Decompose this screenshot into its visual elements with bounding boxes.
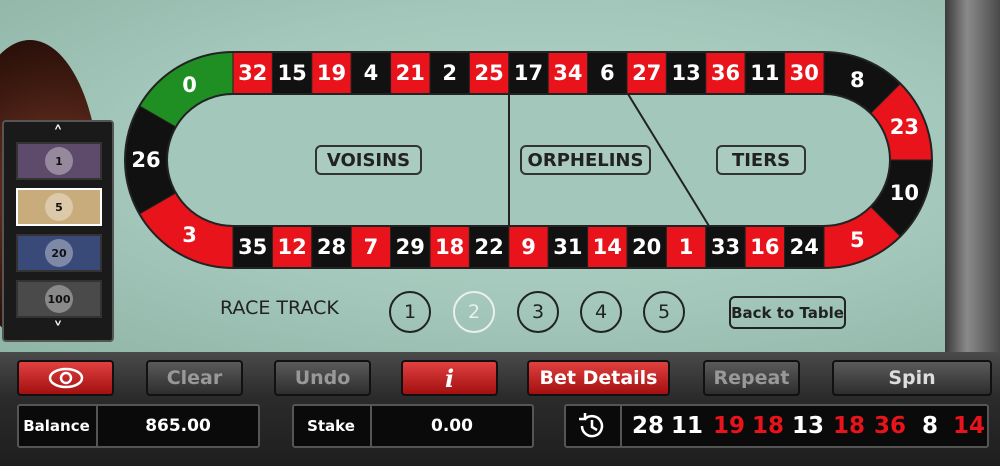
info-button[interactable]: i [401, 360, 498, 396]
number-label-3[interactable]: 3 [172, 220, 208, 250]
history-number: 18 [832, 413, 865, 439]
number-label-17[interactable]: 17 [511, 58, 547, 88]
number-label-22[interactable]: 22 [471, 232, 507, 262]
number-label-14[interactable]: 14 [589, 232, 625, 262]
number-label-24[interactable]: 24 [786, 232, 822, 262]
clear-button[interactable]: Clear [146, 360, 243, 396]
chip-20[interactable]: 20 [16, 234, 102, 272]
neighbours-option-1[interactable]: 1 [389, 291, 431, 333]
neighbours-option-3[interactable]: 3 [517, 291, 559, 333]
chip-1[interactable]: 1 [16, 142, 102, 180]
history-number: 36 [873, 413, 906, 439]
chevron-down-icon[interactable]: ˅ [4, 320, 112, 340]
number-label-19[interactable]: 19 [314, 58, 350, 88]
number-label-0[interactable]: 0 [172, 70, 208, 100]
number-label-25[interactable]: 25 [471, 58, 507, 88]
chip-100[interactable]: 100 [16, 280, 102, 318]
history-number: 13 [791, 413, 824, 439]
number-label-11[interactable]: 11 [747, 58, 783, 88]
voisins-bet[interactable]: VOISINS [315, 145, 422, 175]
history-number: 11 [670, 413, 703, 439]
number-label-20[interactable]: 20 [629, 232, 665, 262]
number-label-10[interactable]: 10 [886, 178, 922, 208]
number-label-13[interactable]: 13 [668, 58, 704, 88]
number-label-2[interactable]: 2 [432, 58, 468, 88]
chevron-up-icon[interactable]: ˄ [4, 124, 112, 144]
number-label-18[interactable]: 18 [432, 232, 468, 262]
number-label-35[interactable]: 35 [235, 232, 271, 262]
history-number: 28 [631, 413, 664, 439]
balance-label: Balance [23, 417, 90, 435]
number-label-23[interactable]: 23 [886, 112, 922, 142]
roulette-table-felt: 32 15 19 4 21 2 25 17 34 6 27 13 36 11 30 35 12 28 7 29 18 22… [0, 0, 1000, 352]
history-number: 14 [952, 413, 985, 439]
number-label-31[interactable]: 31 [550, 232, 586, 262]
number-label-1[interactable]: 1 [668, 232, 704, 262]
history-number: 19 [712, 413, 745, 439]
number-label-29[interactable]: 29 [392, 232, 428, 262]
number-label-21[interactable]: 21 [392, 58, 428, 88]
number-label-15[interactable]: 15 [274, 58, 310, 88]
number-label-26[interactable]: 26 [128, 145, 164, 175]
tiers-bet[interactable]: TIERS [716, 145, 806, 175]
number-label-33[interactable]: 33 [708, 232, 744, 262]
number-label-6[interactable]: 6 [589, 58, 625, 88]
chip-selector: ˄ 1 5 20 100 ˅ [2, 120, 114, 342]
number-label-27[interactable]: 27 [629, 58, 665, 88]
orphelins-bet[interactable]: ORPHELINS [520, 145, 651, 175]
bet-details-button[interactable]: Bet Details [527, 360, 670, 396]
number-label-9[interactable]: 9 [511, 232, 547, 262]
history-number: 8 [921, 413, 938, 439]
undo-button[interactable]: Undo [274, 360, 371, 396]
number-label-7[interactable]: 7 [353, 232, 389, 262]
number-label-34[interactable]: 34 [550, 58, 586, 88]
number-label-5[interactable]: 5 [839, 225, 875, 255]
history-clock-icon[interactable] [576, 410, 608, 442]
chip-value: 1 [45, 147, 73, 175]
number-label-16[interactable]: 16 [747, 232, 783, 262]
stake-value: 0.00 [431, 416, 473, 436]
number-label-36[interactable]: 36 [708, 58, 744, 88]
eye-icon [48, 367, 83, 389]
number-label-30[interactable]: 30 [786, 58, 822, 88]
spin-button[interactable]: Spin [832, 360, 992, 396]
balance-value: 865.00 [145, 416, 211, 436]
stake-label: Stake [307, 417, 355, 435]
number-label-4[interactable]: 4 [353, 58, 389, 88]
repeat-button[interactable]: Repeat [703, 360, 800, 396]
chip-value: 100 [45, 285, 73, 313]
neighbours-option-5[interactable]: 5 [643, 291, 685, 333]
view-button[interactable] [17, 360, 114, 396]
neighbours-option-2[interactable]: 2 [453, 291, 495, 333]
divider [620, 406, 622, 446]
number-label-12[interactable]: 12 [274, 232, 310, 262]
race-track-label: RACE TRACK [220, 297, 339, 319]
back-to-table-button[interactable]: Back to Table [729, 296, 846, 329]
history-number: 18 [751, 413, 784, 439]
neighbours-option-4[interactable]: 4 [580, 291, 622, 333]
number-label-28[interactable]: 28 [314, 232, 350, 262]
chip-value: 20 [45, 239, 73, 267]
chip-value: 5 [45, 193, 73, 221]
race-track [124, 51, 933, 269]
number-label-32[interactable]: 32 [235, 58, 271, 88]
chip-5[interactable]: 5 [16, 188, 102, 226]
number-label-8[interactable]: 8 [839, 65, 875, 95]
